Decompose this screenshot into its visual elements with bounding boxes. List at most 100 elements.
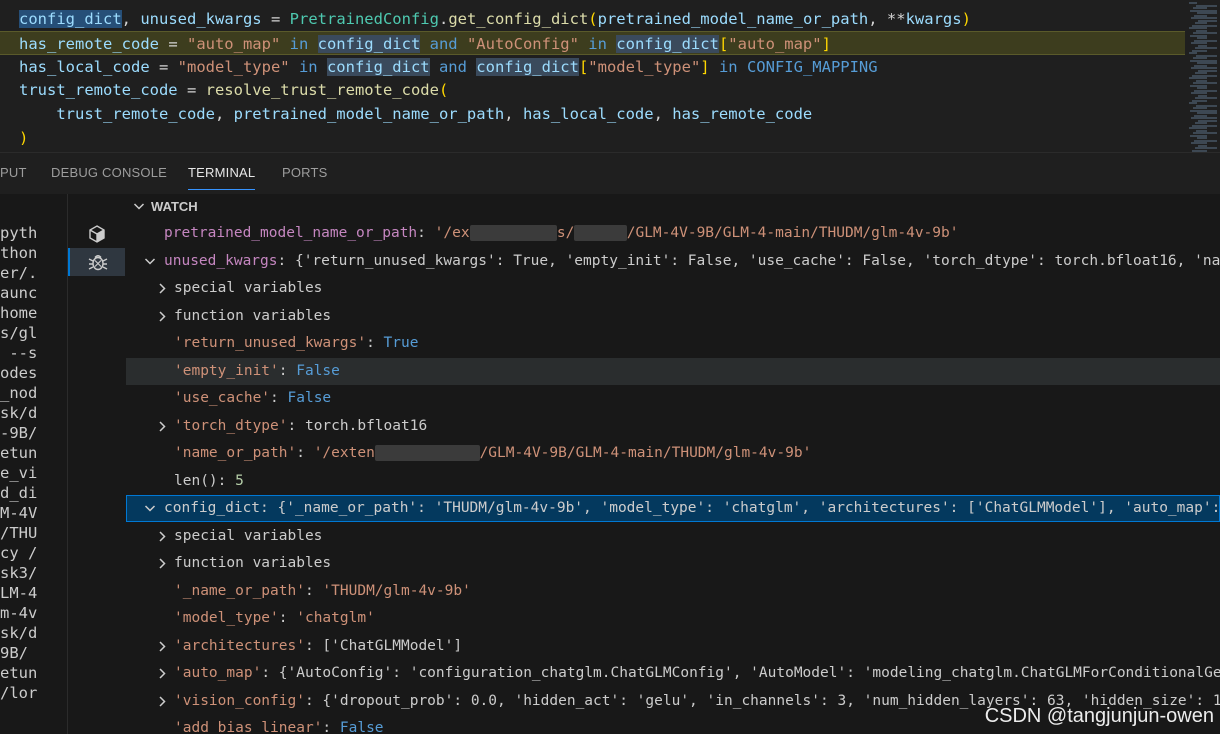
terminal-line: odes: [0, 364, 38, 382]
code-token: in: [578, 34, 617, 53]
code-token: trust_remote_code: [19, 81, 178, 100]
code-token: ]: [700, 57, 710, 76]
chevron-down-icon[interactable]: [142, 495, 158, 522]
chevron-right-icon[interactable]: [154, 523, 170, 550]
cube-icon[interactable]: [68, 220, 125, 248]
chevron-right-icon[interactable]: [154, 413, 170, 440]
terminal-line: _nod: [0, 384, 38, 402]
code-token: and: [429, 57, 477, 76]
watch-tree-row[interactable]: 'empty_init': False: [126, 357, 1220, 385]
watch-section-header[interactable]: WATCH: [126, 194, 1220, 220]
chevron-right-icon[interactable]: [154, 550, 170, 577]
code-token: config_dict: [616, 34, 719, 53]
code-editor[interactable]: config_dict, unused_kwargs = PretrainedC…: [0, 0, 1220, 152]
tab-debug-console[interactable]: DEBUG CONSOLE: [51, 153, 167, 193]
watch-row-token: 'chatglm': [296, 610, 375, 626]
watch-tree-row[interactable]: '_name_or_path': 'THUDM/glm-4v-9b': [126, 578, 1220, 605]
watch-tree-row[interactable]: special variables: [126, 275, 1220, 302]
watch-tree-row[interactable]: 'architectures': ['ChatGLMModel']: [126, 633, 1220, 660]
watch-row-text: '_name_or_path': 'THUDM/glm-4v-9b': [174, 578, 471, 605]
terminal-line: 9B/: [0, 644, 28, 662]
watch-row-token: pretrained_model_name_or_path: [164, 225, 418, 241]
watch-row-text: 'empty_init': False: [174, 358, 340, 385]
code-token: ): [961, 10, 971, 28]
code-line[interactable]: ): [0, 126, 1185, 150]
code-token: config_dict: [476, 57, 579, 76]
code-line[interactable]: trust_remote_code, pretrained_model_name…: [0, 102, 1185, 126]
terminal-line: etun: [0, 664, 38, 682]
code-token: , **: [868, 10, 906, 28]
watch-row-token: 'torch_dtype': [174, 417, 288, 434]
watch-row-text: special variables: [174, 275, 322, 302]
watch-tree-row[interactable]: 'auto_map': {'AutoConfig': 'configuratio…: [126, 660, 1220, 687]
panel-tab-bar: PUT DEBUG CONSOLE TERMINAL PORTS: [0, 152, 1220, 195]
watch-tree-row[interactable]: function variables: [126, 303, 1220, 330]
watch-row-token: 'THUDM/glm-4v-9b': [322, 582, 471, 599]
watch-tree-row[interactable]: function variables: [126, 550, 1220, 577]
minimap[interactable]: [1185, 0, 1220, 152]
terminal-line: m-4v: [0, 604, 38, 622]
watch-row-text: config_dict: {'_name_or_path': 'THUDM/gl…: [164, 495, 1220, 522]
terminal-output[interactable]: pyth thon er/. aunc home s/gl --s odes _nod sk/d…: [0, 194, 67, 734]
watch-row-token: 'use_cache': [174, 390, 271, 406]
terminal-line: --s: [0, 344, 38, 362]
watch-tree-row[interactable]: len(): 5: [126, 468, 1220, 495]
code-token: pretrained_model_name_or_path: [233, 105, 505, 124]
watch-tree-row[interactable]: 'name_or_path': '/extenxxxxxxxxxxxx/GLM-…: [126, 440, 1220, 467]
chevron-right-icon[interactable]: [154, 275, 170, 302]
watch-tree-row[interactable]: special variables: [126, 523, 1220, 550]
code-token: ]: [821, 34, 831, 53]
terminal-line: sk/d: [0, 404, 38, 422]
watch-tree-row[interactable]: 'return_unused_kwargs': True: [126, 330, 1220, 357]
terminal-line: /THU: [0, 524, 38, 542]
watch-tree-row[interactable]: config_dict: {'_name_or_path': 'THUDM/gl…: [126, 495, 1220, 522]
debug-bug-icon[interactable]: [68, 248, 125, 276]
chevron-right-icon[interactable]: [154, 633, 170, 660]
chevron-right-icon[interactable]: [154, 688, 170, 715]
watch-tree-row[interactable]: unused_kwargs: {'return_unused_kwargs': …: [126, 248, 1220, 275]
code-token: in: [709, 57, 747, 76]
code-token: config_dict: [326, 57, 430, 76]
code-line[interactable]: has_remote_code = "auto_map" in config_d…: [0, 30, 1185, 55]
watch-tree-row[interactable]: 'use_cache': False: [126, 385, 1220, 412]
terminal-line: sk/d: [0, 624, 38, 642]
code-token: in: [289, 57, 327, 76]
code-token: ,: [504, 105, 523, 124]
watch-row-token: 'empty_init': [174, 362, 279, 379]
watch-row-token: 'architectures': [174, 637, 305, 654]
tab-ports[interactable]: PORTS: [282, 153, 328, 193]
terminal-line: /lor: [0, 684, 38, 702]
watch-row-token: '/exten: [313, 445, 375, 461]
redacted-text: xxxxxxxxxx: [469, 225, 557, 241]
terminal-line: etun: [0, 444, 38, 462]
terminal-line: -9B/: [0, 424, 38, 442]
watch-row-text: 'return_unused_kwargs': True: [174, 330, 418, 357]
watch-row-token: : {'return_unused_kwargs': True, 'empty_…: [277, 252, 1220, 269]
terminal-line: aunc: [0, 284, 38, 302]
watch-row-text: pretrained_model_name_or_path: '/exxxxxx…: [164, 220, 958, 247]
watch-tree-row[interactable]: 'model_type': 'chatglm': [126, 605, 1220, 632]
watch-row-token: 'name_or_path': [174, 445, 297, 461]
chevron-right-icon[interactable]: [154, 303, 170, 330]
chevron-right-icon[interactable]: [154, 660, 170, 687]
watch-row-text: 'name_or_path': '/extenxxxxxxxxxxxx/GLM-…: [174, 440, 811, 467]
code-token: get_config_dict: [448, 10, 589, 28]
watch-tree-row[interactable]: 'torch_dtype': torch.bfloat16: [126, 413, 1220, 440]
watch-row-text: len(): 5: [174, 468, 244, 495]
code-token: pretrained_model_name_or_path: [597, 10, 869, 28]
terminal-line: cy /: [0, 544, 38, 562]
chevron-down-icon[interactable]: [142, 248, 158, 275]
code-token: [: [578, 57, 589, 76]
tab-output[interactable]: PUT: [0, 153, 27, 193]
watch-row-text: unused_kwargs: {'return_unused_kwargs': …: [164, 248, 1220, 275]
code-token: "model_type": [177, 57, 290, 76]
tab-terminal[interactable]: TERMINAL: [188, 153, 256, 190]
code-line[interactable]: config_dict, unused_kwargs = PretrainedC…: [0, 7, 1185, 31]
watch-row-token: unused_kwargs: [164, 252, 278, 269]
watch-tree-row[interactable]: pretrained_model_name_or_path: '/exxxxxx…: [126, 220, 1220, 247]
code-line[interactable]: trust_remote_code = resolve_trust_remote…: [0, 78, 1185, 102]
watch-row-token: len():: [174, 472, 236, 489]
code-token: ,: [121, 10, 141, 28]
code-token: ): [19, 129, 29, 147]
code-line[interactable]: has_local_code = "model_type" in config_…: [0, 55, 1185, 79]
